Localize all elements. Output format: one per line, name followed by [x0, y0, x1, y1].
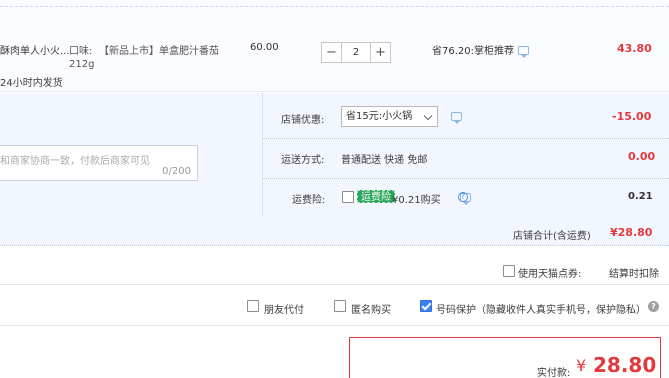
privacy-label: 号码保护（隐藏收件人真实手机号，保护隐私）	[436, 305, 646, 316]
panel-divider	[263, 178, 669, 179]
memo-placeholder: 和商家协商一致，付款后商家可见	[0, 156, 150, 167]
tianmao-points-row: 使用天猫点券: 结算时扣除	[0, 247, 669, 285]
panel-divider	[263, 138, 669, 139]
total-label: 实付款:	[537, 368, 571, 378]
product-subtotal: 43.80	[617, 42, 652, 55]
insurance-badge: 运费险	[357, 190, 395, 203]
insurance-price: ¥0.21购买	[392, 195, 441, 206]
shop-discount-label: 店铺优惠:	[281, 115, 325, 126]
tianmao-points-note: 结算时扣除	[609, 269, 659, 280]
info-icon[interactable]: ?	[648, 301, 659, 312]
quantity-minus-button[interactable]: −	[321, 42, 342, 63]
payment-total-box: 实付款: ¥ 28.80	[349, 337, 661, 378]
row-divider	[0, 6, 669, 7]
friend-pay-checkbox[interactable]	[247, 300, 259, 312]
tianmao-points-label: 使用天猫点券:	[518, 269, 582, 280]
insurance-label: 运费险:	[292, 195, 326, 206]
shop-discount-selected: 省15元:小火锅	[346, 111, 413, 122]
shop-discount-amount: -15.00	[612, 110, 652, 123]
quantity-stepper: − 2 +	[321, 42, 397, 63]
chevron-down-icon	[423, 111, 433, 121]
privacy-checkbox[interactable]	[420, 300, 432, 312]
spec-label: 口味:	[69, 46, 93, 57]
spec-value-weight: 212g	[69, 59, 95, 70]
anonymous-checkbox[interactable]	[334, 300, 346, 312]
chat-icon[interactable]	[518, 46, 529, 58]
quantity-plus-button[interactable]: +	[370, 42, 391, 63]
shop-total-label: 店铺合计(含运费)	[513, 231, 591, 242]
product-name-link[interactable]: 酥肉单人小火...	[0, 42, 70, 57]
unit-price: 60.00	[250, 42, 279, 53]
spec-value: 【新品上市】单盒肥汁番茄	[99, 46, 219, 57]
delivery-label: 运送方式:	[281, 155, 325, 166]
chat-icon[interactable]	[451, 112, 462, 124]
delivery-value: 普通配送 快递 免邮	[341, 155, 428, 166]
tianmao-points-checkbox[interactable]	[503, 265, 515, 277]
total-amount: 28.80	[593, 353, 657, 377]
total-currency: ¥	[576, 356, 587, 375]
anonymous-label: 匿名购买	[351, 305, 391, 316]
friend-pay-label: 朋友代付	[264, 305, 304, 316]
buyer-memo-input[interactable]: 和商家协商一致，付款后商家可见 0/200	[0, 145, 198, 181]
order-options-row: 朋友代付 匿名购买 号码保护（隐藏收件人真实手机号，保护隐私） ?	[0, 286, 669, 326]
shipping-note: 24小时内发货	[0, 78, 63, 89]
discount-note: 省76.20:掌柜推荐	[432, 46, 514, 57]
insurance-checkbox[interactable]	[342, 191, 354, 203]
insurance-amount: 0.21	[628, 191, 653, 202]
quantity-input[interactable]: 2	[342, 42, 370, 63]
help-icon[interactable]: ?	[458, 192, 468, 202]
shop-discount-select[interactable]: 省15元:小火锅	[341, 106, 438, 127]
shop-section: 和商家协商一致，付款后商家可见 0/200 店铺优惠: 省15元:小火锅 -15…	[0, 93, 669, 246]
memo-counter: 0/200	[162, 166, 191, 177]
product-row: 酥肉单人小火... 24小时内发货 口味: 【新品上市】单盒肥汁番茄 212g …	[0, 0, 669, 92]
delivery-amount: 0.00	[628, 150, 656, 163]
shop-total-value: ¥28.80	[610, 226, 653, 239]
